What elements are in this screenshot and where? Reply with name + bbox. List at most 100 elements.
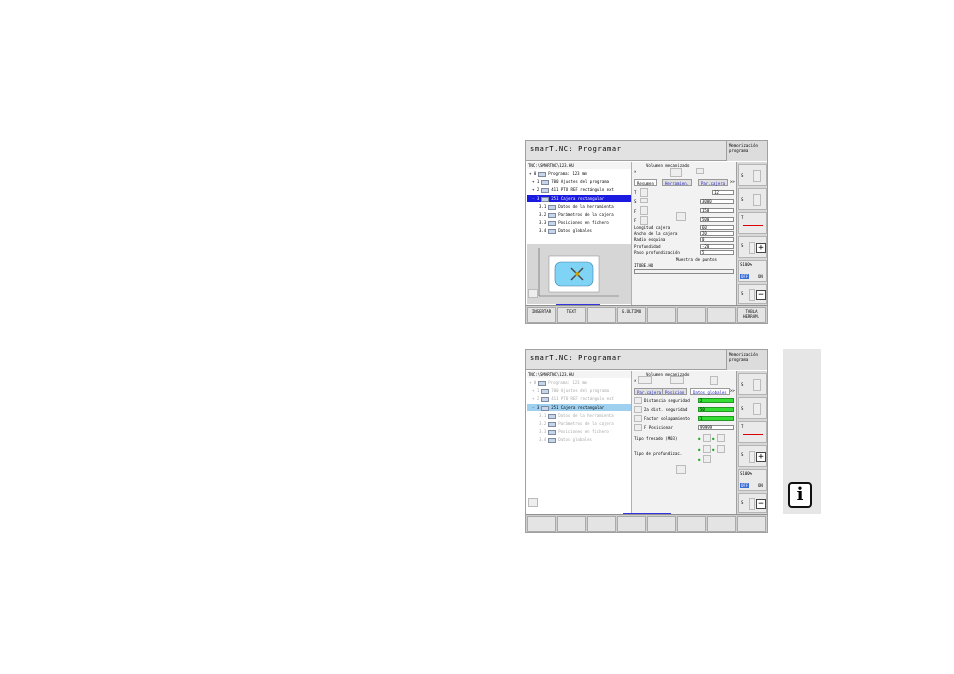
checkbox[interactable]: [696, 168, 704, 174]
tool-view-icon[interactable]: [710, 376, 718, 385]
param-field[interactable]: -20: [700, 244, 734, 249]
helix-icon[interactable]: [703, 445, 711, 453]
tool-field-label: T: [634, 190, 637, 195]
tree-item[interactable]: + 1 700 Ajustes del programa: [527, 387, 631, 394]
vkey-feed[interactable]: T: [738, 212, 767, 234]
tool-view-icon[interactable]: [670, 168, 682, 177]
view-toggle-button[interactable]: [528, 498, 538, 507]
softkey-empty[interactable]: [647, 516, 676, 532]
softkey-empty[interactable]: [707, 516, 736, 532]
softkey-empty[interactable]: [677, 516, 706, 532]
radio-dot[interactable]: ●: [712, 447, 714, 452]
tab-herramienta[interactable]: Herramien.: [662, 179, 693, 186]
help-graphic-icon: [676, 212, 686, 221]
tree-item[interactable]: 3.4 Datos globales: [527, 227, 631, 234]
tree-item[interactable]: 3.3 Posiciones en fichero: [527, 219, 631, 226]
tab-more-icon[interactable]: >>: [730, 388, 735, 393]
tree-item-selected[interactable]: - 3 251 Cajera rectangular: [527, 404, 631, 411]
tree-item[interactable]: + 0 Programa: 123 mm: [527, 379, 631, 386]
tree-item[interactable]: + 0 Programa: 123 mm: [527, 170, 631, 177]
positions-icon: [548, 429, 557, 435]
tree-item[interactable]: 3.3 Posiciones en fichero: [527, 428, 631, 435]
minus-icon: −: [756, 290, 766, 300]
radio-dot[interactable]: ●: [712, 436, 714, 441]
softkey-empty[interactable]: [557, 516, 586, 532]
conventional-milling-icon[interactable]: [717, 434, 725, 442]
param-field[interactable]: 0: [700, 237, 734, 242]
tab-more-icon[interactable]: >>: [730, 179, 735, 184]
tree-item[interactable]: 3.4 Datos globales: [527, 436, 631, 443]
feed-plunge-field[interactable]: 150: [700, 208, 734, 213]
radio-dot[interactable]: ●: [698, 436, 700, 441]
softkey-ultimo[interactable]: G.ÚLTIMO: [617, 307, 646, 323]
spindle-label: S: [634, 199, 637, 204]
softkey-empty[interactable]: [737, 516, 766, 532]
vkey-spindle-override[interactable]: S100% OFF ON: [738, 469, 767, 491]
spindle-field[interactable]: 3000: [700, 199, 734, 204]
radio-dot[interactable]: ●: [698, 457, 700, 462]
parameters-icon: [548, 421, 557, 427]
tree-item[interactable]: 3.1 Datos de la herramienta: [527, 203, 631, 210]
vkey-plus[interactable]: S +: [738, 236, 767, 258]
pocket-preview-graphic: [538, 248, 619, 297]
softkey-tabla-herram[interactable]: TABLA HERRAM.: [737, 307, 766, 323]
vkey-minus[interactable]: S −: [738, 284, 767, 304]
tree-item[interactable]: 3.1 Datos de la herramienta: [527, 412, 631, 419]
param-label: Profundidad: [634, 244, 661, 249]
param-field[interactable]: 20: [700, 231, 734, 236]
param-field[interactable]: 5: [700, 250, 734, 255]
softkey-empty[interactable]: [617, 516, 646, 532]
approach-view-icon[interactable]: [670, 376, 684, 384]
tree-item[interactable]: 3.2 Parámetros de la cajera: [527, 420, 631, 427]
tool-number-field[interactable]: 12: [712, 190, 734, 195]
globe-icon: [548, 228, 557, 234]
tab-posicion[interactable]: Posicion: [662, 388, 688, 395]
softkey-empty[interactable]: [527, 516, 556, 532]
tree-item[interactable]: + 2 411 PTO REF rectángulo ext: [527, 186, 631, 193]
softkey-empty[interactable]: [707, 307, 736, 323]
softkey-empty[interactable]: [677, 307, 706, 323]
vkey-tool[interactable]: S: [738, 164, 767, 186]
param-label: 2a dist. seguridad: [644, 407, 688, 412]
climb-milling-icon[interactable]: [703, 434, 711, 442]
param-value-bar[interactable]: 2: [698, 398, 734, 403]
overlap-icon: [634, 415, 642, 422]
vkey-axis[interactable]: S: [738, 397, 767, 419]
vkey-tool[interactable]: S: [738, 373, 767, 395]
softkey-text[interactable]: TEXT: [557, 307, 586, 323]
vkey-plus[interactable]: S +: [738, 445, 767, 467]
vertical-plunge-icon[interactable]: [703, 455, 711, 463]
vkey-minus[interactable]: S −: [738, 493, 767, 513]
softkey-empty[interactable]: [587, 307, 616, 323]
feed-position-icon: [634, 424, 642, 431]
file-field[interactable]: [634, 269, 734, 274]
param-field[interactable]: 60: [700, 225, 734, 230]
param-field[interactable]: 99999: [698, 425, 734, 430]
off-label: OFF: [740, 483, 750, 488]
tab-datos-globales[interactable]: Datos globales: [690, 388, 730, 395]
tab-par-cajera[interactable]: Par.cajera: [634, 388, 665, 395]
tab-resumen[interactable]: Resumen: [634, 179, 657, 186]
vkey-axis[interactable]: S: [738, 188, 767, 210]
radio-dot[interactable]: ●: [698, 447, 700, 452]
view-toggle-button[interactable]: [528, 289, 538, 298]
softkey-insertar[interactable]: INSERTAR: [527, 307, 556, 323]
feed-mill-field[interactable]: 500: [700, 217, 734, 222]
reciprocate-icon[interactable]: [717, 445, 725, 453]
vkey-spindle-override[interactable]: S100% OFF ON: [738, 260, 767, 282]
settings-icon: [541, 179, 550, 185]
param-value-bar[interactable]: 50: [698, 407, 734, 412]
param-value-bar[interactable]: 1: [698, 416, 734, 421]
mode-line-2: programa: [729, 357, 749, 362]
softkey-empty[interactable]: [647, 307, 676, 323]
help-graphic-icon: [676, 465, 686, 474]
softkey-empty[interactable]: [587, 516, 616, 532]
vkey-feed[interactable]: T: [738, 421, 767, 443]
depth-view-icon[interactable]: [638, 376, 652, 384]
tree-item[interactable]: + 2 411 PTO REF rectángulo ext: [527, 395, 631, 402]
program-icon: [538, 171, 547, 177]
tree-item[interactable]: + 1 700 Ajustes del programa: [527, 178, 631, 185]
tree-item[interactable]: 3.2 Parámetros de la cajera: [527, 211, 631, 218]
tree-item-selected[interactable]: - 3 251 Cajera rectangular: [527, 195, 631, 202]
tab-par-cajera[interactable]: Par.cajera: [698, 179, 729, 186]
